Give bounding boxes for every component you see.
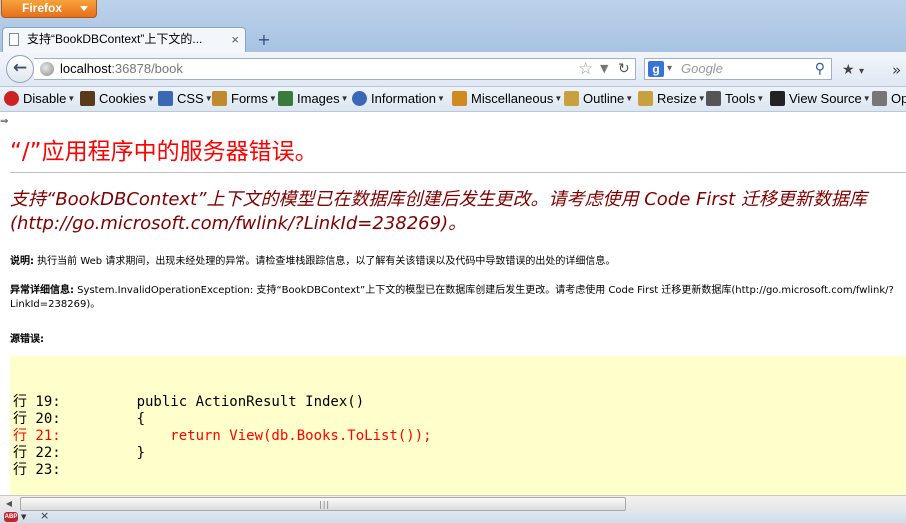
bookmarks-menu-button[interactable]: ★ ▾ bbox=[842, 60, 876, 80]
reload-icon[interactable]: ↻ bbox=[618, 59, 630, 79]
chevron-down-icon: ▼ bbox=[268, 94, 277, 103]
exception-label: 异常详细信息: bbox=[10, 285, 74, 296]
toolbar-item-information[interactable]: Information▼ bbox=[352, 90, 445, 108]
description-label: 说明: bbox=[10, 256, 34, 267]
error-title: 支持“BookDBContext”上下文的模型已在数据库创建后发生更改。请考虑使… bbox=[10, 189, 867, 234]
miscellaneous-icon bbox=[452, 91, 467, 106]
divider bbox=[10, 172, 906, 173]
close-icon[interactable]: × bbox=[40, 509, 49, 522]
back-button[interactable]: ← bbox=[6, 55, 34, 83]
page-icon bbox=[9, 33, 19, 46]
side-indicator-icon: ⇒ bbox=[0, 116, 9, 127]
chevron-down-icon: ▼ bbox=[756, 94, 765, 103]
chevron-down-icon: ▼ bbox=[625, 94, 634, 103]
images-icon bbox=[278, 91, 293, 106]
toolbar-item-images[interactable]: Images▼ bbox=[278, 90, 349, 108]
search-engine-dropdown-icon[interactable]: ▾ bbox=[667, 59, 672, 79]
bookmark-star-icon[interactable]: ☆ bbox=[578, 59, 593, 79]
resize-icon bbox=[638, 91, 653, 106]
toolbar-item-label: Resize bbox=[657, 91, 697, 106]
toolbar-item-outline[interactable]: Outline▼ bbox=[564, 90, 633, 108]
adblock-icon[interactable]: ABP bbox=[4, 512, 18, 522]
toolbar-item-label: View Source bbox=[789, 91, 862, 106]
error-heading: “/”应用程序中的服务器错误。 bbox=[10, 139, 318, 165]
google-engine-icon[interactable]: g bbox=[648, 61, 664, 77]
description-text: 执行当前 Web 请求期间，出现未经处理的异常。请检查堆栈跟踪信息，以了解有关该… bbox=[34, 256, 616, 267]
toolbar-item-resize[interactable]: Resize▼ bbox=[638, 90, 706, 108]
toolbar-item-label: Op bbox=[891, 91, 906, 106]
chevron-down-icon: ▼ bbox=[146, 94, 155, 103]
toolbar-item-view-source[interactable]: View Source▼ bbox=[770, 90, 871, 108]
exception-details: 异常详细信息: System.InvalidOperationException… bbox=[10, 284, 906, 312]
bookmarks-dropdown-icon: ▾ bbox=[859, 66, 865, 77]
url-path: :36878/book bbox=[111, 61, 183, 76]
browser-titlebar: Firefox 支持“BookDBContext”上下文的... × + bbox=[0, 0, 906, 52]
forms-icon bbox=[212, 91, 227, 106]
toolbar-item-disable[interactable]: Disable▼ bbox=[4, 90, 75, 108]
url-history-dropdown-icon[interactable]: ▼ bbox=[600, 59, 608, 79]
chevron-down-icon: ▼ bbox=[67, 94, 76, 103]
chevron-down-icon: ▼ bbox=[554, 94, 563, 103]
search-icon[interactable]: ⚲ bbox=[815, 61, 825, 77]
toolbar-item-label: Disable bbox=[23, 91, 67, 106]
tab-title: 支持“BookDBContext”上下文的... bbox=[27, 32, 203, 46]
toolbar-item-css[interactable]: CSS▼ bbox=[158, 90, 213, 108]
chevron-down-icon: ▼ bbox=[862, 94, 871, 103]
chevron-down-icon: ▼ bbox=[340, 94, 349, 103]
tab-close-icon[interactable]: × bbox=[231, 28, 239, 51]
back-arrow-icon: ← bbox=[12, 58, 28, 78]
new-tab-button[interactable]: + bbox=[252, 30, 276, 50]
chevron-down-icon bbox=[80, 6, 88, 11]
toolbar-item-label: Miscellaneous bbox=[471, 91, 554, 106]
search-placeholder: Google bbox=[681, 61, 723, 76]
outline-icon bbox=[564, 91, 579, 106]
view-source-icon bbox=[770, 91, 785, 106]
error-description: 说明: 执行当前 Web 请求期间，出现未经处理的异常。请检查堆栈跟踪信息，以了… bbox=[10, 252, 615, 267]
code-line: 行 23: bbox=[13, 462, 61, 478]
globe-icon bbox=[40, 62, 54, 76]
scrollbar-grip-icon: ||| bbox=[319, 500, 331, 509]
url-host: localhost bbox=[60, 61, 112, 76]
options-icon bbox=[872, 91, 887, 106]
status-bar: ABP ▼ × bbox=[0, 509, 906, 523]
page-content: ⇒ “/”应用程序中的服务器错误。 支持“BookDBContext”上下文的模… bbox=[0, 112, 906, 495]
exception-text: System.InvalidOperationException: 支持“Boo… bbox=[10, 285, 894, 310]
chevron-down-icon: ▼ bbox=[437, 94, 445, 103]
toolbar-item-label: Information bbox=[371, 91, 437, 106]
url-bar[interactable]: localhost:36878/book ☆ ▼ ↻ bbox=[34, 58, 636, 80]
toolbar-item-options[interactable]: Op bbox=[872, 90, 906, 108]
url-text[interactable]: localhost:36878/book bbox=[60, 59, 183, 79]
toolbar-item-label: CSS bbox=[177, 91, 204, 106]
disable-icon bbox=[4, 91, 19, 106]
toolbar-item-label: Images bbox=[297, 91, 340, 106]
cookies-icon bbox=[80, 91, 95, 106]
toolbar-item-miscellaneous[interactable]: Miscellaneous▼ bbox=[452, 90, 562, 108]
adblock-dropdown-icon[interactable]: ▼ bbox=[21, 511, 26, 523]
toolbar-item-label: Tools bbox=[725, 91, 756, 106]
toolbar-item-cookies[interactable]: Cookies▼ bbox=[80, 90, 155, 108]
bookmarks-icon: ★ bbox=[842, 62, 855, 78]
tools-icon bbox=[706, 91, 721, 106]
toolbar-item-forms[interactable]: Forms▼ bbox=[212, 90, 277, 108]
overflow-chevron-icon[interactable]: » bbox=[892, 60, 901, 80]
search-box[interactable]: g ▾ Google ⚲ bbox=[644, 58, 832, 80]
source-error-label: 源错误: bbox=[10, 334, 44, 345]
web-developer-toolbar: Disable▼ Cookies▼ CSS▼ Forms▼ Images▼ In… bbox=[0, 87, 906, 112]
firefox-menu-label: Firefox bbox=[22, 1, 63, 15]
css-icon bbox=[158, 91, 173, 106]
source-code-block: 行 19: public ActionResult Index() 行 20: … bbox=[10, 356, 906, 495]
browser-tab[interactable]: 支持“BookDBContext”上下文的... × bbox=[2, 27, 246, 52]
horizontal-scrollbar[interactable]: ◀ ||| bbox=[0, 495, 906, 512]
firefox-menu-button[interactable]: Firefox bbox=[1, 0, 97, 18]
toolbar-item-tools[interactable]: Tools▼ bbox=[706, 90, 764, 108]
toolbar-item-label: Forms bbox=[231, 91, 268, 106]
navigation-bar: ← localhost:36878/book ☆ ▼ ↻ g ▾ Google … bbox=[0, 52, 906, 87]
scroll-left-icon[interactable]: ◀ bbox=[2, 498, 16, 510]
toolbar-item-label: Cookies bbox=[99, 91, 146, 106]
chevron-down-icon: ▼ bbox=[697, 94, 706, 103]
scrollbar-thumb[interactable]: ||| bbox=[20, 497, 626, 511]
toolbar-item-label: Outline bbox=[583, 91, 625, 106]
information-icon bbox=[352, 91, 367, 106]
